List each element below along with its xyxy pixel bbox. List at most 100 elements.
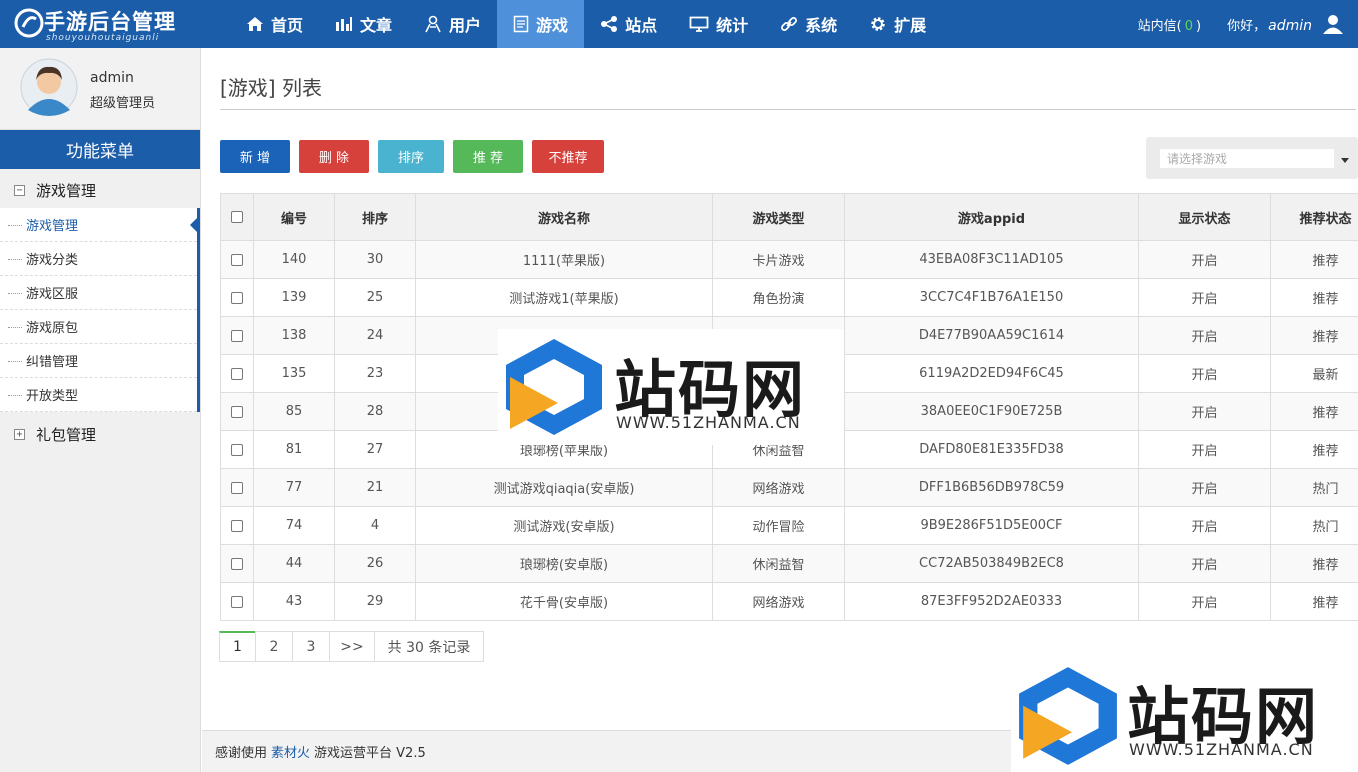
column-header[interactable]: 编号 (253, 193, 335, 241)
next-page-button[interactable]: >> (329, 631, 375, 662)
row-checkbox[interactable] (231, 253, 243, 266)
messages-link[interactable]: 站内信(0) (1138, 15, 1201, 34)
sidebar-item-game-category[interactable]: 游戏分类 (0, 242, 197, 276)
top-navbar: 手游后台管理 shouyouhoutaiguanli 首页 文章 用户 游戏 站… (0, 0, 1358, 48)
sidebar-item-error-manage[interactable]: 纠错管理 (0, 344, 197, 378)
watermark-url: WWW.51ZHANMA.CN (1129, 740, 1314, 759)
sidebar-item-open-type[interactable]: 开放类型 (0, 378, 197, 412)
menu-group-gifts[interactable]: + 礼包管理 (0, 416, 200, 452)
table-cell: 开启 (1138, 278, 1271, 317)
table-cell: DAFD80E81E335FD38 (844, 430, 1139, 469)
sidebar-item-game-server[interactable]: 游戏区服 (0, 276, 197, 310)
row-checkbox[interactable] (231, 595, 243, 608)
table-cell: 24 (334, 316, 416, 355)
table-cell: 87E3FF952D2AE0333 (844, 582, 1139, 621)
table-cell: 开启 (1138, 240, 1271, 279)
column-header[interactable]: 游戏appid (844, 193, 1139, 241)
main-nav: 首页 文章 用户 游戏 站点 统计 系统 扩展 (230, 0, 942, 48)
select-all-cell (220, 193, 254, 241)
table-cell: 开启 (1138, 316, 1271, 355)
delete-button[interactable]: 删 除 (299, 140, 369, 173)
game-select[interactable] (1146, 137, 1358, 179)
nav-label: 首页 (271, 16, 304, 35)
home-icon (247, 17, 263, 31)
row-checkbox[interactable] (231, 519, 243, 532)
row-select-cell (220, 544, 254, 583)
sort-button[interactable]: 排序 (378, 140, 444, 173)
nav-label: 用户 (449, 16, 482, 35)
table-cell: DFF1B6B56DB978C59 (844, 468, 1139, 507)
unrecommend-button[interactable]: 不推荐 (532, 140, 604, 173)
row-select-cell (220, 316, 254, 355)
table-cell: 推荐 (1270, 240, 1358, 279)
column-header[interactable]: 推荐状态 (1270, 193, 1358, 241)
nav-articles[interactable]: 文章 (319, 0, 408, 48)
game-select-input[interactable] (1160, 149, 1334, 168)
row-checkbox[interactable] (231, 367, 243, 380)
table-cell: 推荐 (1270, 582, 1358, 621)
table-cell: 74 (253, 506, 335, 545)
new-button[interactable]: 新 增 (220, 140, 290, 173)
logo-icon (14, 8, 44, 38)
table-cell: 30 (334, 240, 416, 279)
nav-label: 扩展 (894, 16, 927, 35)
nav-games[interactable]: 游戏 (497, 0, 585, 48)
row-checkbox[interactable] (231, 443, 243, 456)
row-checkbox[interactable] (231, 481, 243, 494)
messages-paren-open: ( (1176, 18, 1182, 34)
select-all-checkbox[interactable] (231, 211, 243, 223)
menu-group-games[interactable]: − 游戏管理 (0, 172, 200, 208)
table-cell: 休闲益智 (712, 544, 845, 583)
row-select-cell (220, 582, 254, 621)
row-checkbox[interactable] (231, 291, 243, 304)
recommend-button[interactable]: 推 荐 (453, 140, 523, 173)
top-right-area: 站内信(0) 你好， admin (1138, 0, 1344, 48)
table-row[interactable]: 43 29 花千骨(安卓版) 网络游戏 87E3FF952D2AE0333 开启 推荐 (220, 582, 1358, 621)
table-cell: 27 (334, 430, 416, 469)
page-1[interactable]: 1 (219, 631, 256, 662)
table-cell: 开启 (1138, 354, 1271, 393)
messages-count: 0 (1184, 18, 1194, 34)
row-checkbox[interactable] (231, 557, 243, 570)
nav-stats[interactable]: 统计 (673, 0, 764, 48)
table-cell: 138 (253, 316, 335, 355)
footer-link[interactable]: 素材火 (271, 742, 310, 761)
chevron-down-icon[interactable] (1341, 158, 1349, 163)
page-2[interactable]: 2 (255, 631, 293, 662)
column-header[interactable]: 游戏类型 (712, 193, 845, 241)
row-checkbox[interactable] (231, 329, 243, 342)
nav-label: 文章 (360, 16, 393, 35)
table-cell: 43 (253, 582, 335, 621)
table-row[interactable]: 74 4 测试游戏(安卓版) 动作冒险 9B9E286F51D5E00CF 开启 热门 (220, 506, 1358, 545)
column-header[interactable]: 游戏名称 (415, 193, 713, 241)
column-header[interactable]: 排序 (334, 193, 416, 241)
nav-users[interactable]: 用户 (408, 0, 497, 48)
table-cell: 开启 (1138, 506, 1271, 545)
nav-label: 游戏 (536, 16, 569, 35)
table-cell: 4 (334, 506, 416, 545)
brand-logo[interactable]: 手游后台管理 shouyouhoutaiguanli (14, 6, 204, 43)
sidebar-item-game-package[interactable]: 游戏原包 (0, 310, 197, 344)
profile-name: admin (90, 70, 134, 86)
pagination: 1 2 3 >> 共 30 条记录 (219, 631, 484, 662)
table-cell: 推荐 (1270, 544, 1358, 583)
table-row[interactable]: 44 26 琅琊榜(安卓版) 休闲益智 CC72AB503849B2EC8 开启 推荐 (220, 544, 1358, 583)
share-icon (601, 16, 618, 32)
watermark-logo-icon (1019, 667, 1117, 765)
table-cell: 开启 (1138, 468, 1271, 507)
nav-extensions[interactable]: 扩展 (853, 0, 942, 48)
nav-sites[interactable]: 站点 (584, 0, 673, 48)
nav-home[interactable]: 首页 (230, 0, 319, 48)
table-row[interactable]: 140 30 1111(苹果版) 卡片游戏 43EBA08F3C11AD105 开启 推荐 (220, 240, 1358, 279)
sidebar-item-game-manage[interactable]: 游戏管理 (0, 208, 200, 242)
table-cell: 测试游戏qiaqia(安卓版) (415, 468, 713, 507)
nav-system[interactable]: 系统 (764, 0, 853, 48)
row-checkbox[interactable] (231, 405, 243, 418)
table-row[interactable]: 77 21 测试游戏qiaqia(安卓版) 网络游戏 DFF1B6B56DB978C59… (220, 468, 1358, 507)
table-cell: 140 (253, 240, 335, 279)
table-row[interactable]: 139 25 测试游戏1(苹果版) 角色扮演 3CC7C4F1B76A1E150 开启 推荐 (220, 278, 1358, 317)
page-3[interactable]: 3 (292, 631, 330, 662)
column-header[interactable]: 显示状态 (1138, 193, 1271, 241)
greeting-text: 你好， (1227, 18, 1267, 34)
account-icon[interactable] (1322, 13, 1344, 35)
